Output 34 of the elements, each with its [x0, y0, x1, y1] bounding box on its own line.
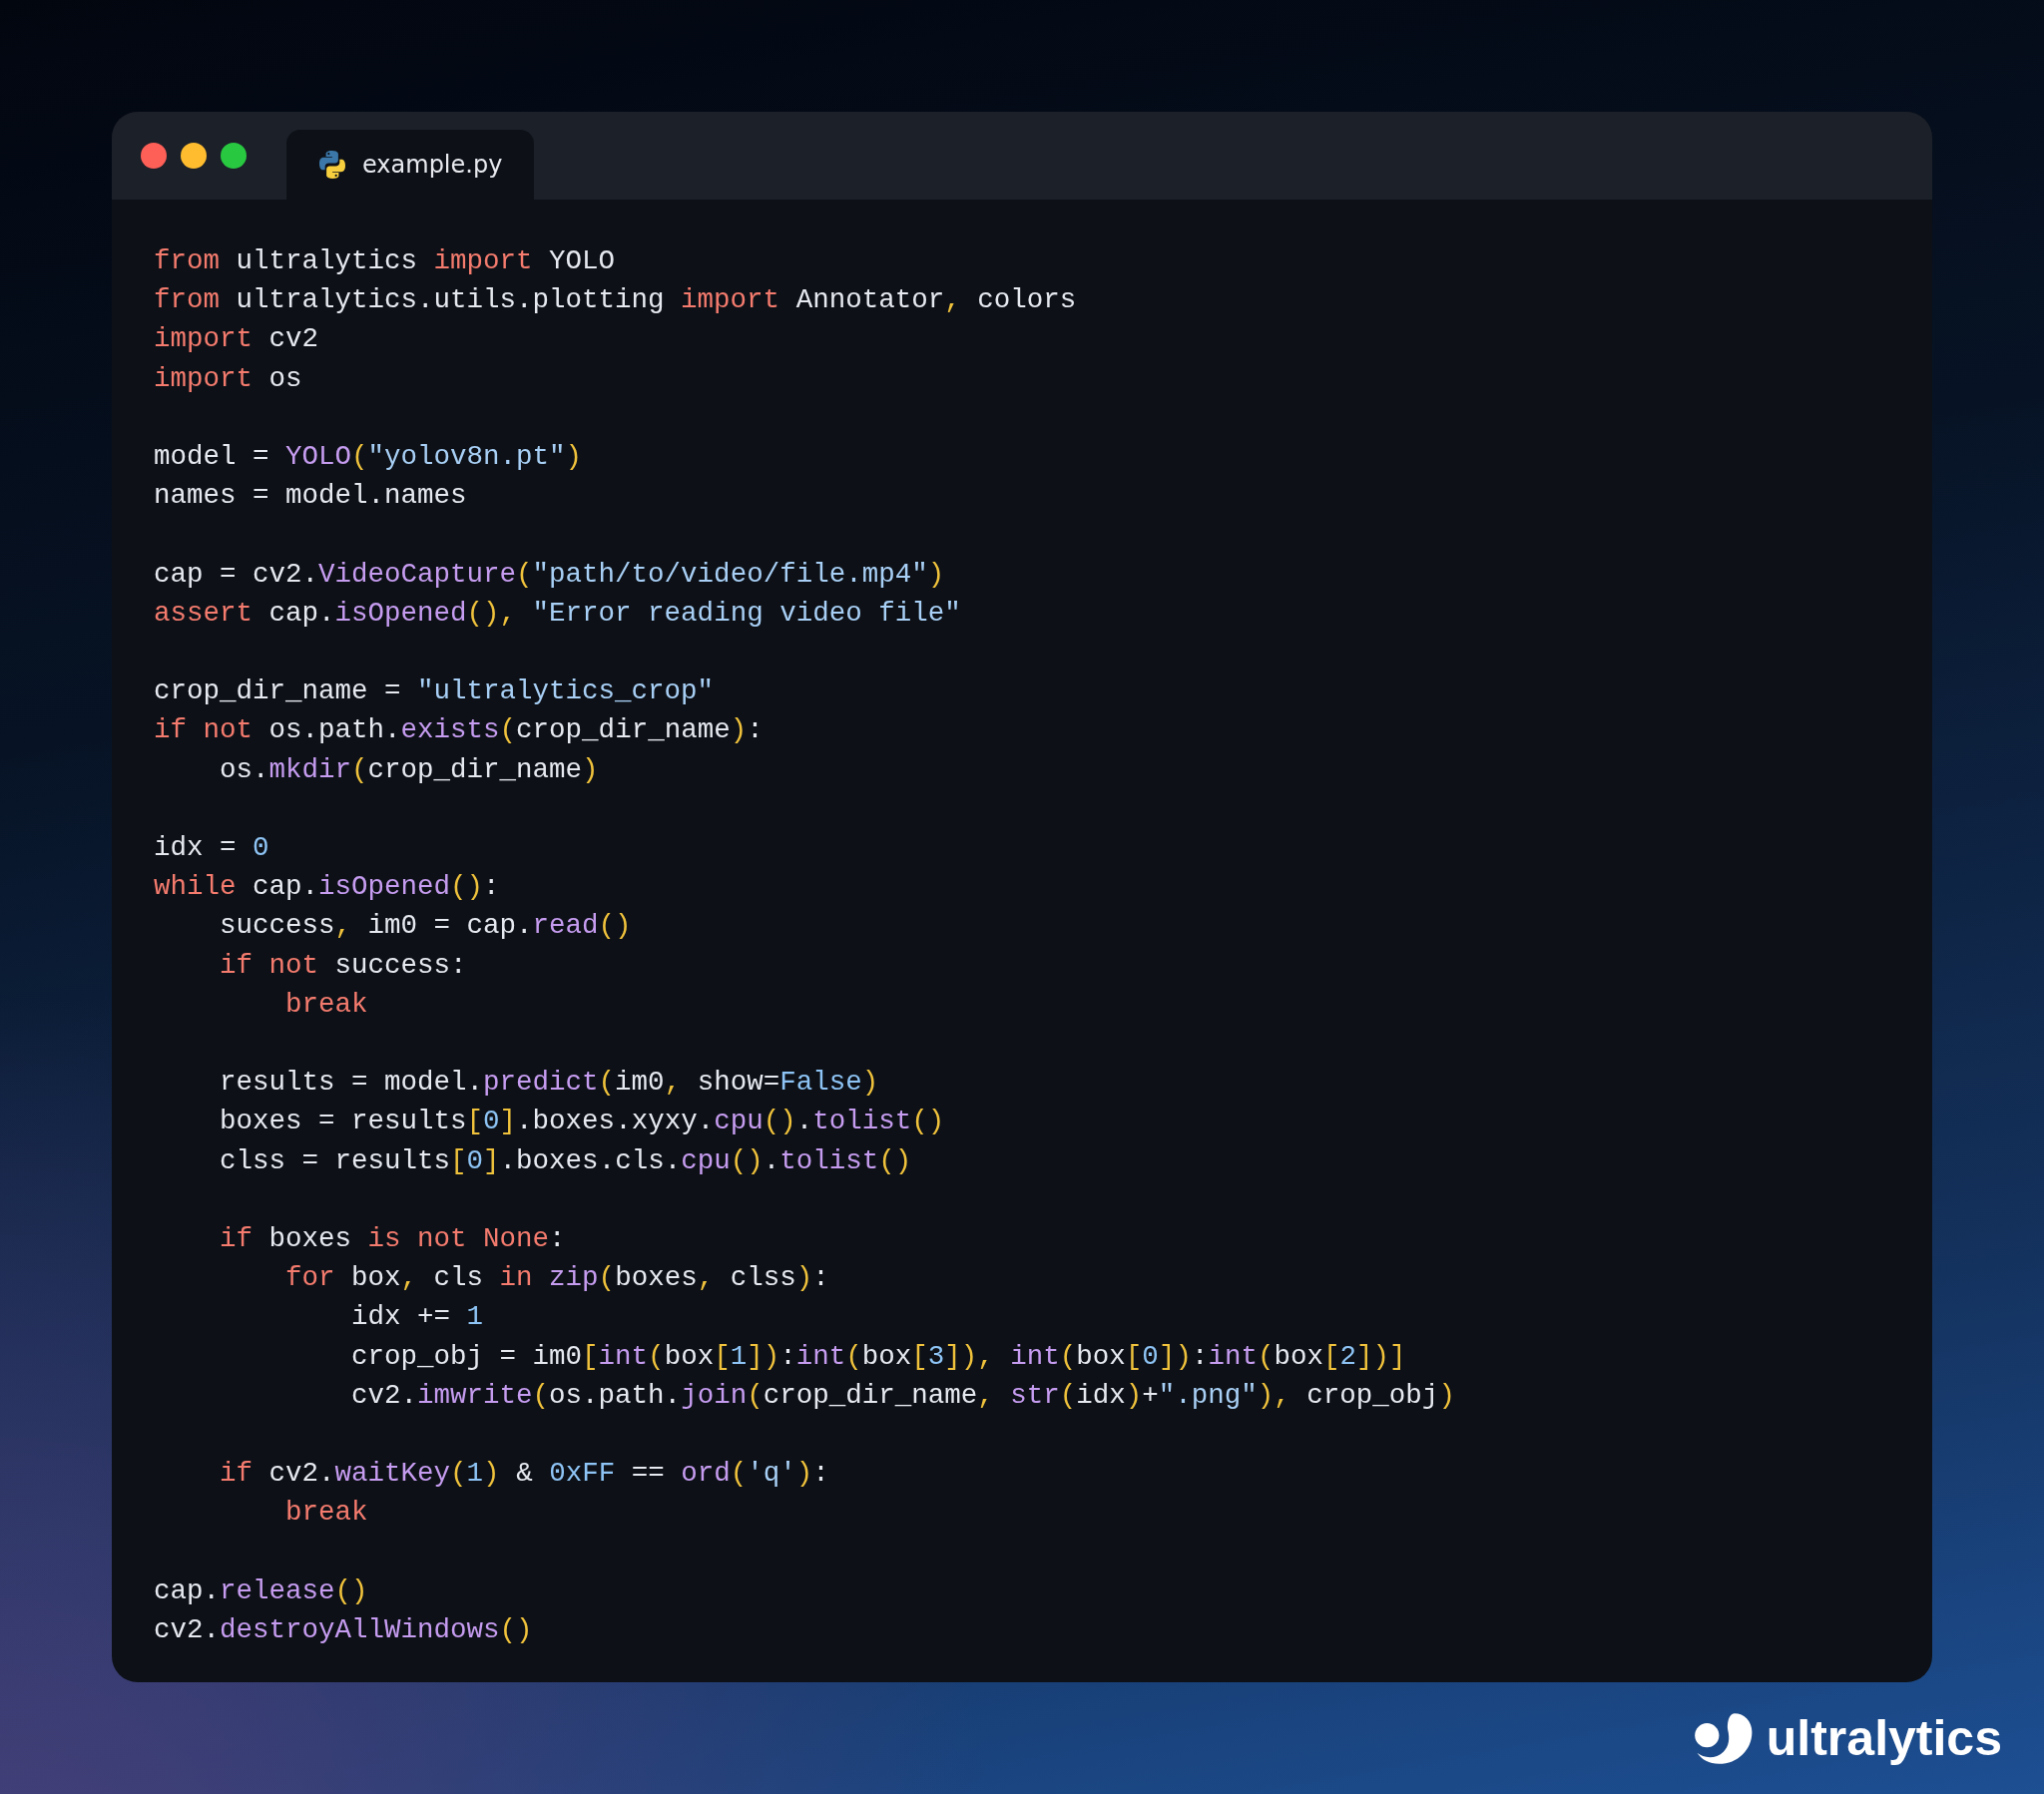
logo-text: ultralytics: [1766, 1709, 2002, 1767]
python-logo-icon: [316, 149, 348, 181]
code-line: if boxes is not None:: [219, 1222, 566, 1256]
code-line: if cv2.waitKey(1) & 0xFF == ord('q'):: [219, 1457, 829, 1492]
code-line: break: [284, 1496, 368, 1531]
close-button[interactable]: [141, 143, 167, 169]
code-line: break: [284, 987, 368, 1022]
code-line: from ultralytics.utils.plotting import Annotator, colors: [154, 283, 1077, 318]
code-line: cap.release(): [154, 1573, 368, 1608]
code-line: clss = results[0].boxes.cls.cpu().tolist(): [219, 1143, 912, 1178]
maximize-button[interactable]: [221, 143, 247, 169]
code-line: boxes = results[0].boxes.xyxy.cpu().tolist(): [219, 1105, 945, 1139]
code-line: crop_obj = im0[int(box[1]):int(box[3]), int(box[0]):int(box[2])]: [350, 1339, 1406, 1374]
code-line: crop_dir_name = "ultralytics_crop": [154, 674, 715, 709]
code-line: success, im0 = cap.read(): [219, 909, 632, 944]
code-line: if not os.path.exists(crop_dir_name):: [154, 713, 764, 748]
code-line: results = model.predict(im0, show=False): [219, 1066, 879, 1101]
code-line: cap = cv2.VideoCapture("path/to/video/file.mp4"): [154, 557, 945, 592]
code-line: from ultralytics import YOLO: [154, 244, 616, 278]
code-line: import cv2: [154, 322, 319, 357]
code-line: cv2.imwrite(os.path.join(crop_dir_name, str(idx)+".png"), crop_obj): [350, 1378, 1455, 1413]
code-line: model = YOLO("yolov8n.pt"): [154, 440, 583, 474]
minimize-button[interactable]: [181, 143, 207, 169]
code-line: if not success:: [219, 948, 467, 983]
code-line: import os: [154, 361, 302, 396]
code-line: for box, cls in zip(boxes, clss):: [284, 1261, 829, 1296]
code-line: while cap.isOpened():: [154, 870, 500, 905]
code-line: os.mkdir(crop_dir_name): [219, 752, 599, 787]
code-line: idx = 0: [154, 831, 269, 865]
code-line: cv2.destroyAllWindows(): [154, 1613, 533, 1647]
code-line: assert cap.isOpened(), "Error reading video file": [154, 596, 961, 631]
file-tab[interactable]: example.py: [286, 130, 534, 200]
code-line: names = model.names: [154, 479, 467, 514]
code-line: idx += 1: [350, 1300, 484, 1335]
